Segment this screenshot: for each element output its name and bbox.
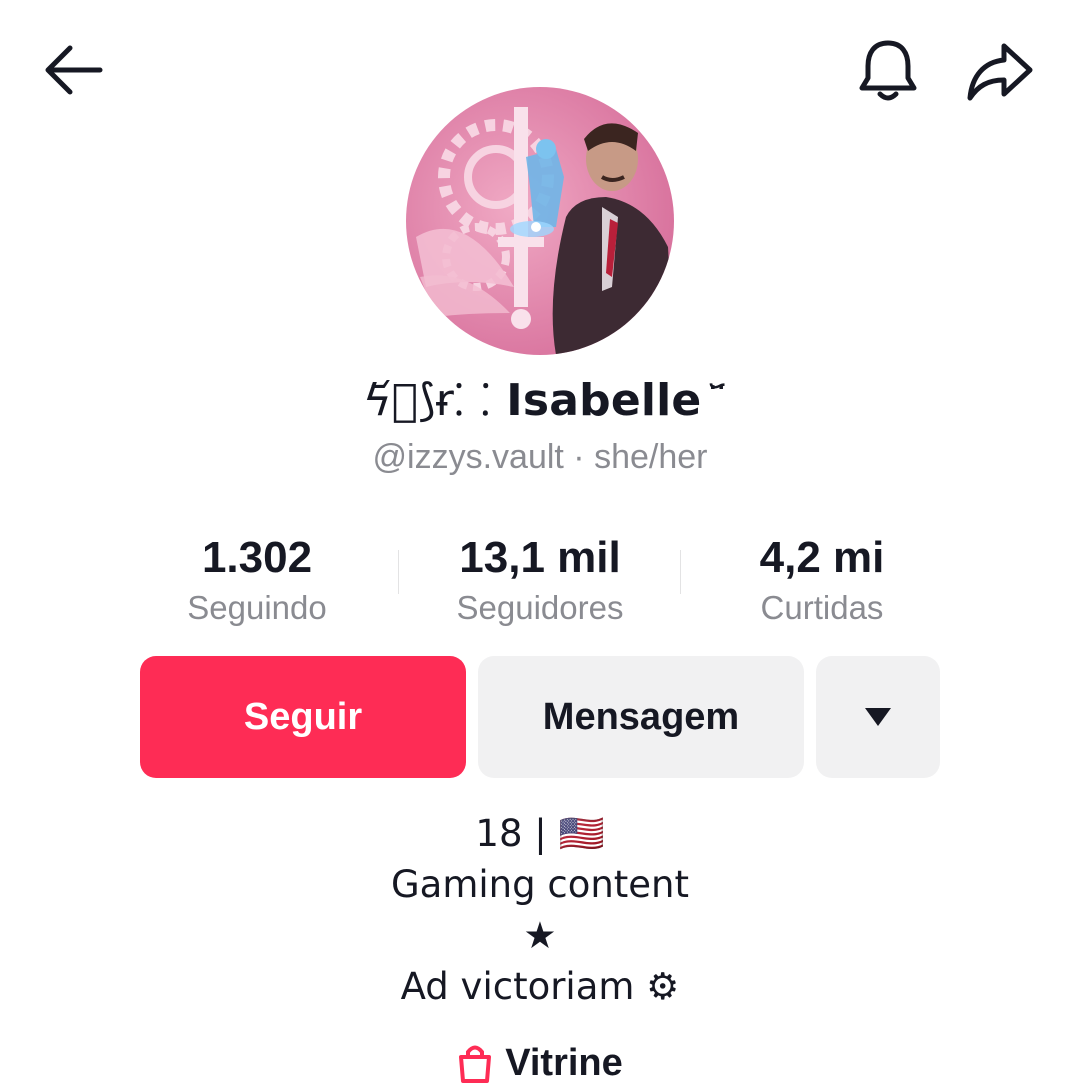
suggested-accounts-button[interactable] [816,656,940,778]
share-arrow-icon [964,38,1036,104]
stat-value: 1.302 [127,530,387,586]
stat-label: Seguindo [127,588,387,628]
username-handle: @izzys.vault · she/her [0,438,1080,477]
arrow-left-icon [40,38,106,104]
stat-likes[interactable]: 4,2 mi Curtidas [692,530,952,628]
bio: 18 | 🇺🇸 Gaming content ★ Ad victoriam ⚙ [0,808,1080,1012]
bio-line: ★ [0,910,1080,961]
stat-divider [398,550,399,594]
shop-link[interactable]: Vitrine [0,1042,1080,1085]
stat-followers[interactable]: 13,1 mil Seguidores [410,530,670,628]
bio-line: Gaming content [0,859,1080,910]
display-name-text: Isabelle [506,375,701,426]
caret-down-icon [863,706,893,728]
message-button[interactable]: Mensagem [478,656,804,778]
bell-icon [852,34,924,106]
notification-button[interactable] [852,34,924,106]
stat-value: 13,1 mil [410,530,670,586]
bio-line: Ad victoriam ⚙ [0,961,1080,1012]
display-name-prefix: ϟ᷄ᷤ⟆ɍ⸬ [363,375,491,426]
profile-stats: 1.302 Seguindo 13,1 mil Seguidores 4,2 m… [0,530,1080,630]
stat-divider [680,550,681,594]
display-name: ϟ᷄ᷤ⟆ɍ⸬ Isabelle ᷃̈ [0,368,1080,428]
stat-following[interactable]: 1.302 Seguindo [127,530,387,628]
stat-label: Curtidas [692,588,952,628]
stat-label: Seguidores [410,588,670,628]
share-button[interactable] [964,38,1036,104]
shopping-bag-icon [457,1043,493,1083]
shop-label: Vitrine [505,1042,623,1084]
follow-button[interactable]: Seguir [140,656,466,778]
avatar-image [406,87,674,355]
avatar[interactable] [406,87,674,355]
stat-value: 4,2 mi [692,530,952,586]
back-button[interactable] [40,38,106,104]
bio-line: 18 | 🇺🇸 [0,808,1080,859]
